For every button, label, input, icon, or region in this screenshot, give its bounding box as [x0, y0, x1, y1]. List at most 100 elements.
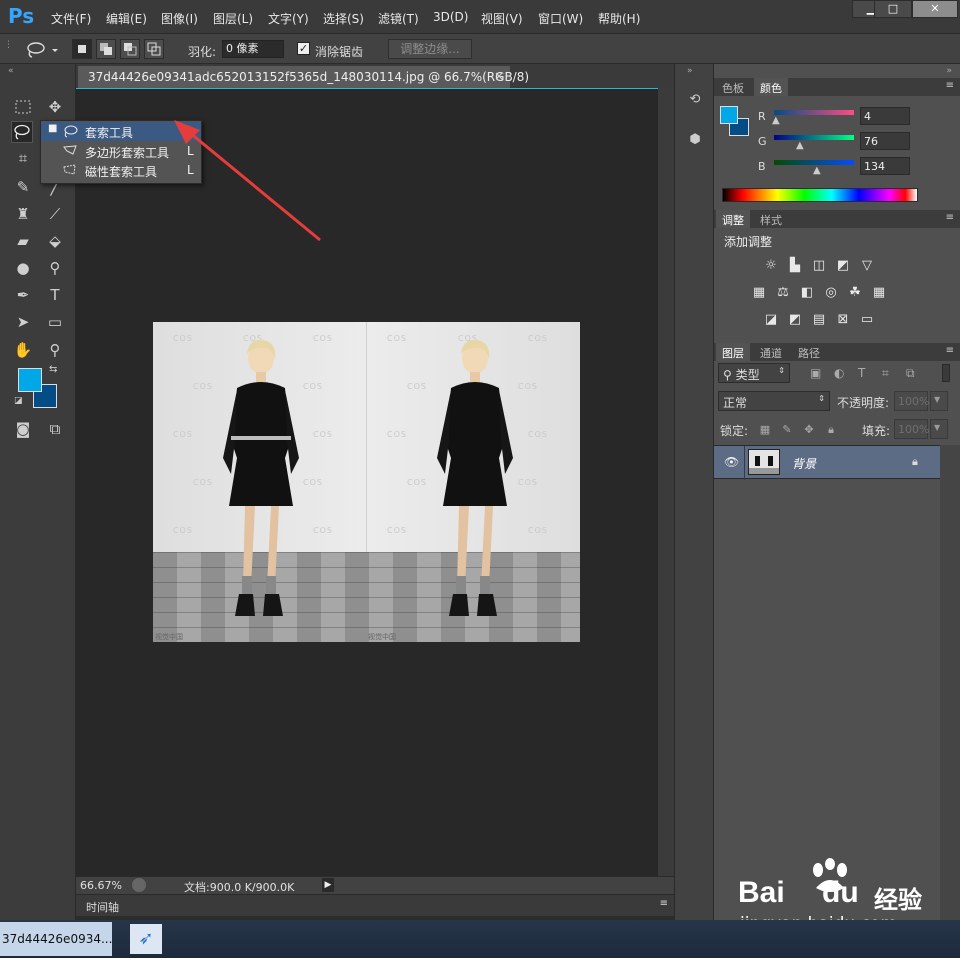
refine-edge-button[interactable]: 调整边缘... — [388, 39, 472, 59]
healing-brush-tool-icon[interactable]: ✎ — [12, 176, 34, 198]
posterize-icon[interactable]: ◩ — [786, 312, 804, 328]
document-image[interactable]: COS COS COS COS COS COS COS COS COS COS … — [153, 322, 580, 642]
layer-name[interactable]: 背景 — [792, 455, 816, 472]
crop-tool-icon[interactable]: ⌗ — [12, 147, 34, 169]
panel-menu-icon[interactable]: ≡ — [660, 898, 668, 909]
history-brush-tool-icon[interactable]: ⟋ — [44, 203, 66, 225]
hue-saturation-icon[interactable]: ▦ — [750, 285, 768, 301]
intersect-selection-button[interactable] — [144, 39, 164, 59]
panel-menu-icon[interactable]: ≡ — [946, 212, 954, 223]
foreground-color-swatch[interactable] — [18, 368, 42, 392]
add-to-selection-button[interactable] — [96, 39, 116, 59]
taskbar-photoshop-window[interactable]: 37d44426e0934... — [0, 922, 112, 956]
timeline-label[interactable]: 时间轴 — [86, 899, 119, 915]
filter-shape-icon[interactable]: ⌗ — [882, 366, 889, 381]
menu-select[interactable]: 选择(S) — [323, 10, 364, 27]
panel-menu-icon[interactable]: ≡ — [946, 345, 954, 356]
collapse-dock-icon[interactable]: » — [946, 66, 952, 76]
lasso-tool-icon[interactable] — [11, 121, 33, 143]
visibility-eye-icon[interactable]: 👁︎ — [724, 455, 739, 469]
tool-preset-picker[interactable] — [24, 38, 64, 60]
quick-mask-icon[interactable]: ◙ — [12, 418, 34, 440]
lock-transparent-icon[interactable]: ▦ — [758, 423, 772, 437]
tab-paths[interactable]: 路径 — [792, 343, 826, 361]
type-tool-icon[interactable]: T — [44, 284, 66, 306]
menu-edit[interactable]: 编辑(E) — [106, 10, 147, 27]
menu-view[interactable]: 视图(V) — [481, 10, 523, 27]
close-tab-icon[interactable]: × — [494, 69, 504, 83]
color-panel-foreground-swatch[interactable] — [720, 106, 738, 124]
fill-dropdown-icon[interactable]: ▼ — [930, 419, 948, 439]
menu-help[interactable]: 帮助(H) — [598, 10, 640, 27]
zoom-tool-icon[interactable]: ⚲ — [44, 339, 66, 361]
opacity-input[interactable]: 100% — [894, 391, 929, 411]
feather-input[interactable]: 0 像素 — [222, 40, 284, 58]
brightness-contrast-icon[interactable]: ☼ — [762, 258, 780, 274]
default-colors-icon[interactable]: ◪ — [14, 396, 23, 406]
vertical-scrollbar[interactable] — [658, 88, 674, 876]
collapse-toolbox-icon[interactable]: « — [8, 66, 14, 76]
photo-filter-icon[interactable]: ◎ — [822, 285, 840, 301]
menu-type[interactable]: 文字(Y) — [268, 10, 309, 27]
taskbar-app-bird-icon[interactable]: ➶ — [130, 924, 162, 954]
filter-toggle[interactable] — [942, 364, 950, 382]
threshold-icon[interactable]: ▤ — [810, 312, 828, 328]
r-value[interactable]: 4 — [860, 107, 910, 125]
layer-row-background[interactable]: 👁︎ 背景 🔒︎ — [714, 445, 940, 480]
clone-stamp-tool-icon[interactable]: ♜ — [12, 203, 34, 225]
menu-window[interactable]: 窗口(W) — [538, 10, 583, 27]
move-tool-icon[interactable]: ✥ — [44, 96, 66, 118]
selective-color-icon[interactable]: ⊠ — [834, 312, 852, 328]
dodge-tool-icon[interactable]: ⚲ — [44, 257, 66, 279]
swap-colors-icon[interactable]: ⇆ — [49, 364, 57, 375]
tab-channels[interactable]: 通道 — [754, 343, 788, 361]
layer-filter-dropdown[interactable]: ⚲ 类型 ⇕ — [718, 363, 790, 383]
history-icon[interactable]: ⟲ — [685, 92, 705, 112]
vibrance-icon[interactable]: ▽ — [858, 258, 876, 274]
r-slider-thumb[interactable]: ▲ — [772, 115, 780, 126]
lock-all-icon[interactable]: 🔒︎ — [824, 423, 838, 437]
filter-adjustment-icon[interactable]: ◐ — [834, 366, 844, 380]
screen-mode-icon[interactable]: ⧉ — [44, 418, 66, 440]
lock-position-icon[interactable]: ✥ — [802, 423, 816, 437]
tab-adjustments[interactable]: 调整 — [716, 210, 750, 228]
3d-panel-icon[interactable]: ⬢ — [685, 132, 705, 152]
panel-menu-icon[interactable]: ≡ — [946, 80, 954, 91]
color-lookup-icon[interactable]: ▦ — [870, 285, 888, 301]
g-slider[interactable] — [774, 135, 854, 140]
blur-tool-icon[interactable]: ● — [12, 257, 34, 279]
color-balance-icon[interactable]: ⚖ — [774, 285, 792, 301]
filter-pixel-icon[interactable]: ▣ — [810, 366, 821, 380]
tab-swatches[interactable]: 色板 — [716, 78, 750, 96]
channel-mixer-icon[interactable]: ☘ — [846, 285, 864, 301]
layers-scrollbar[interactable] — [940, 445, 960, 920]
hand-tool-icon[interactable]: ✋ — [12, 339, 34, 361]
path-selection-tool-icon[interactable]: ➤ — [12, 311, 34, 333]
g-slider-thumb[interactable]: ▲ — [796, 140, 804, 151]
document-tab[interactable]: 37d44426e09341adc652013152f5365d_1480301… — [78, 66, 529, 88]
zoom-level[interactable]: 66.67% — [80, 879, 122, 892]
black-white-icon[interactable]: ◧ — [798, 285, 816, 301]
tab-color[interactable]: 颜色 — [754, 78, 788, 96]
tab-layers[interactable]: 图层 — [716, 343, 750, 361]
levels-icon[interactable]: ▙ — [786, 258, 804, 274]
tab-styles[interactable]: 样式 — [754, 210, 788, 228]
paint-bucket-tool-icon[interactable]: ⬙ — [44, 230, 66, 252]
menu-image[interactable]: 图像(I) — [161, 10, 198, 27]
fill-input[interactable]: 100% — [894, 419, 929, 439]
menu-layer[interactable]: 图层(L) — [213, 10, 253, 27]
status-menu-arrow-icon[interactable]: ▶ — [322, 878, 334, 892]
gradient-map-icon[interactable]: ▭ — [858, 312, 876, 328]
b-slider-thumb[interactable]: ▲ — [813, 165, 821, 176]
curves-icon[interactable]: ◫ — [810, 258, 828, 274]
blend-mode-dropdown[interactable]: 正常 ⇕ — [718, 391, 830, 411]
marquee-tool-icon[interactable] — [12, 96, 34, 118]
menu-file[interactable]: 文件(F) — [51, 10, 91, 27]
exposure-icon[interactable]: ◩ — [834, 258, 852, 274]
menu-filter[interactable]: 滤镜(T) — [378, 10, 419, 27]
invert-icon[interactable]: ◪ — [762, 312, 780, 328]
pen-tool-icon[interactable]: ✒ — [12, 284, 34, 306]
filter-smart-object-icon[interactable]: ⧉ — [906, 366, 915, 381]
new-selection-button[interactable] — [72, 39, 92, 59]
color-spectrum-bar[interactable] — [722, 188, 918, 202]
